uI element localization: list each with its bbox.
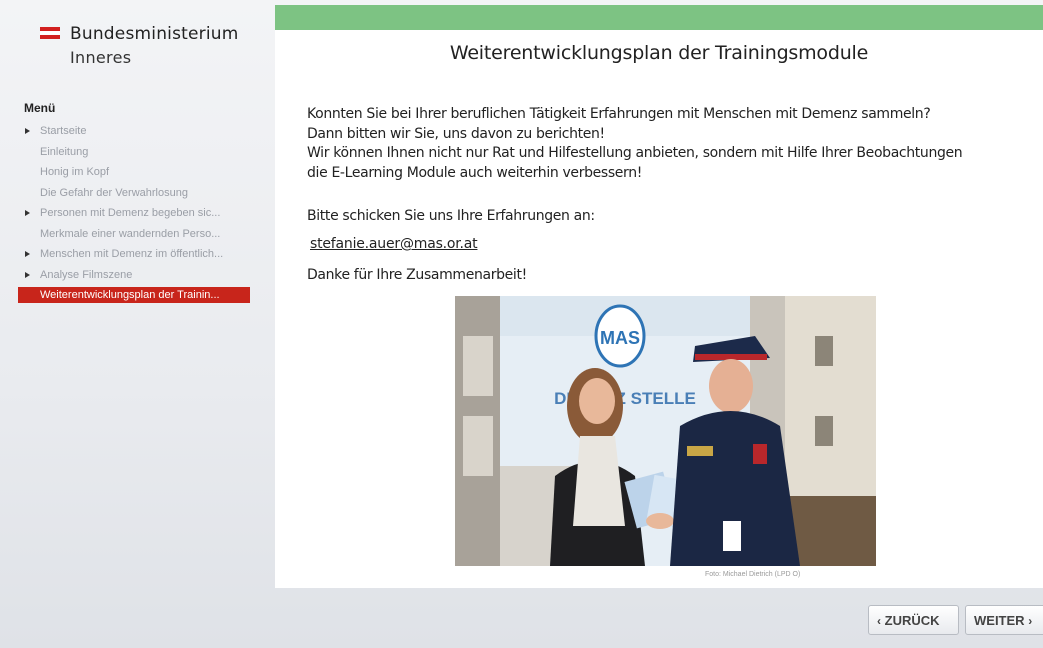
menu-item-gefahr-verwahrlosung[interactable]: Die Gefahr der Verwahrlosung (18, 183, 250, 204)
brand-line1: Bundesministerium (70, 24, 239, 44)
menu-item-merkmale[interactable]: Merkmale einer wandernden Perso... (18, 224, 250, 245)
menu-item-label: Einleitung (40, 145, 89, 158)
expand-arrow-icon[interactable] (25, 128, 30, 134)
menu-item-menschen-im-oeffentlichen[interactable]: Menschen mit Demenz im öffentlich... (18, 244, 250, 265)
menu-item-label: Startseite (40, 125, 87, 137)
menu-item-label: Weiterentwicklungsplan der Trainin... (40, 289, 220, 301)
photo-graphic: MAS DEMENZ STELLE (455, 296, 876, 566)
photo: MAS DEMENZ STELLE (455, 296, 876, 566)
intro-paragraph: Konnten Sie bei Ihrer beruflichen Tätigk… (307, 105, 963, 183)
menu-item-startseite[interactable]: Startseite (18, 121, 250, 142)
intro-line: Wir können Ihnen nicht nur Rat und Hilfe… (307, 145, 963, 161)
intro-line: die E-Learning Module auch weiterhin ver… (307, 164, 642, 181)
expand-arrow-icon[interactable] (25, 210, 30, 216)
menu-item-weiterentwicklungsplan[interactable]: Weiterentwicklungsplan der Trainin... (18, 287, 250, 303)
expand-arrow-icon[interactable] (25, 251, 30, 257)
content-panel: Weiterentwicklungsplan der Trainingsmodu… (275, 5, 1043, 588)
back-button[interactable]: ‹ ZURÜCK (868, 605, 959, 635)
next-button-label: WEITER (974, 613, 1025, 628)
email-link[interactable]: stefanie.auer@mas.or.at (310, 236, 478, 252)
mas-logo-text: MAS (600, 328, 640, 348)
sidebar: Bundesministerium Inneres Menü Startseit… (0, 0, 273, 588)
menu-item-analyse-filmszene[interactable]: Analyse Filmszene (18, 265, 250, 286)
chevron-right-icon: › (1028, 614, 1033, 628)
menu-list: Startseite Einleitung Honig im Kopf Die … (18, 121, 250, 303)
brand-line2: Inneres (70, 48, 132, 67)
menu-item-label: Die Gefahr der Verwahrlosung (40, 186, 188, 199)
menu-item-einleitung[interactable]: Einleitung (18, 142, 250, 163)
thanks-text: Danke für Ihre Zusammenarbeit! (307, 267, 527, 283)
menu-item-label: Merkmale einer wandernden Perso... (40, 227, 221, 240)
menu-item-honig-im-kopf[interactable]: Honig im Kopf (18, 162, 250, 183)
menu-item-label: Menschen mit Demenz im öffentlich... (40, 248, 224, 260)
intro-line: Konnten Sie bei Ihrer beruflichen Tätigk… (307, 106, 931, 122)
austrian-flag-icon (40, 27, 60, 39)
menu-item-personen-mit-demenz[interactable]: Personen mit Demenz begeben sic... (18, 203, 250, 224)
menu-item-label: Personen mit Demenz begeben sic... (40, 207, 221, 219)
intro-line: Dann bitten wir Sie, uns davon zu berich… (307, 125, 605, 142)
accent-bar (275, 5, 1043, 30)
menu-item-label: Honig im Kopf (40, 166, 110, 178)
photo-credit: Foto: Michael Dietrich (LPD O) (705, 571, 801, 578)
expand-arrow-icon[interactable] (25, 271, 30, 278)
chevron-left-icon: ‹ (877, 614, 881, 628)
menu-title: Menü (24, 101, 56, 115)
back-button-label: ZURÜCK (884, 613, 940, 628)
page-title: Weiterentwicklungsplan der Trainingsmodu… (449, 42, 869, 64)
next-button[interactable]: WEITER › (965, 605, 1043, 635)
menu-item-label: Analyse Filmszene (40, 268, 133, 281)
send-instruction: Bitte schicken Sie uns Ihre Erfahrungen … (307, 208, 595, 224)
